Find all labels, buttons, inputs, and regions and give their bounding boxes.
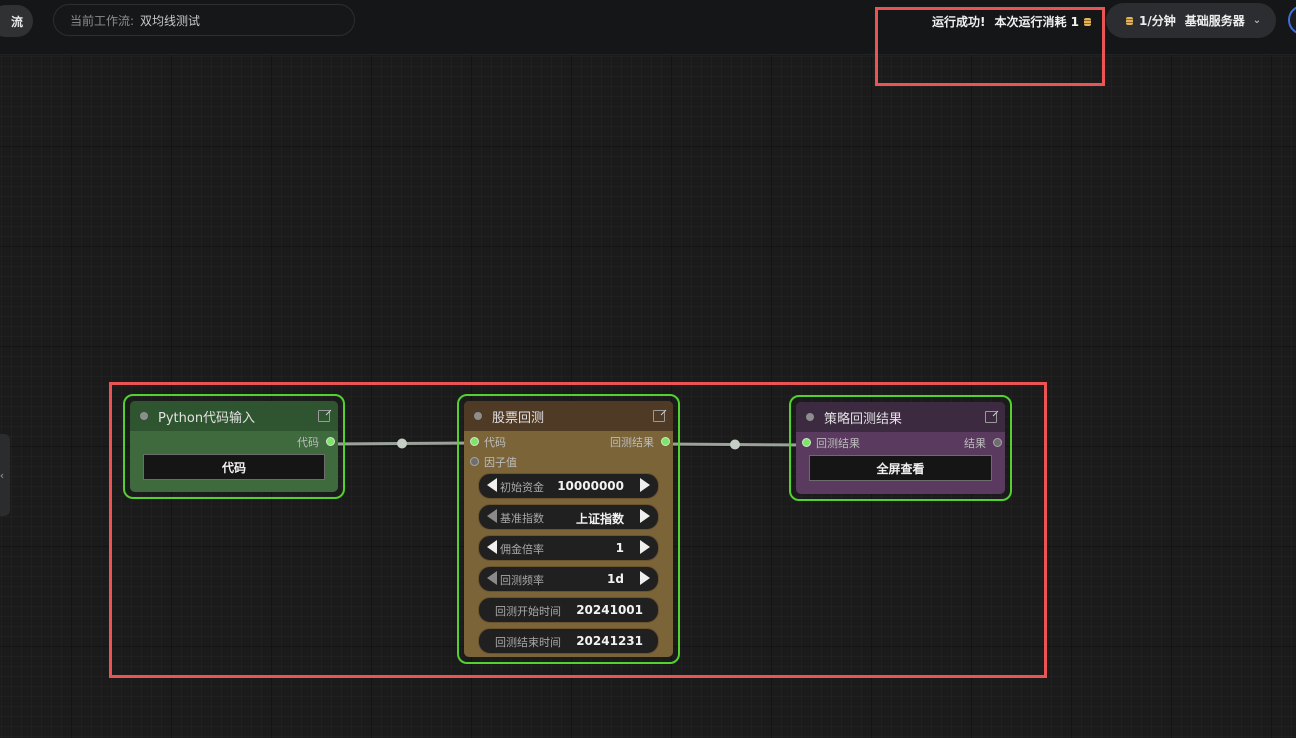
benchmark-index-widget[interactable]: 基准指数 上证指数 — [478, 504, 659, 530]
backtest-result-node[interactable]: 策略回测结果 回测结果 结果 全屏查看 — [789, 395, 1012, 501]
widget-value: 1 — [615, 541, 624, 555]
node-header[interactable]: 策略回测结果 — [796, 402, 1005, 432]
widget-label: 基准指数 — [500, 512, 544, 525]
node-title: 股票回测 — [492, 410, 545, 426]
output-port[interactable] — [993, 438, 1002, 447]
decrement-arrow-icon[interactable] — [487, 478, 497, 492]
output-row: 代码 — [130, 431, 338, 451]
widget-value: 20241231 — [576, 634, 643, 648]
input-row-factor: 因子值 — [464, 451, 673, 471]
backtest-frequency-widget[interactable]: 回测频率 1d — [478, 566, 659, 592]
input-label: 因子值 — [484, 456, 517, 469]
node-status-dot — [140, 412, 148, 420]
commission-rate-widget[interactable]: 佣金倍率 1 — [478, 535, 659, 561]
decrement-arrow-icon[interactable] — [487, 540, 497, 554]
end-date-widget[interactable]: 回测结束时间 20241231 — [478, 628, 659, 654]
start-date-widget[interactable]: 回测开始时间 20241001 — [478, 597, 659, 623]
stock-backtest-node[interactable]: 股票回测 代码 回测结果 因子值 初始资金 10000000 基准指数 上证指数 — [457, 394, 680, 664]
widget-value: 20241001 — [576, 603, 643, 617]
widget-value: 10000000 — [557, 479, 624, 493]
widget-label: 回测频率 — [500, 574, 544, 587]
widget-label: 回测开始时间 — [495, 605, 561, 618]
widget-label: 初始资金 — [500, 481, 544, 494]
python-code-node[interactable]: Python代码输入 代码 代码 — [123, 394, 345, 499]
edit-icon[interactable] — [653, 410, 665, 422]
node-header[interactable]: 股票回测 — [464, 401, 673, 431]
node-title: Python代码输入 — [158, 410, 256, 426]
link-code-midpoint[interactable] — [397, 438, 407, 449]
node-title: 策略回测结果 — [824, 411, 903, 427]
output-label: 回测结果 — [610, 436, 654, 449]
output-port[interactable] — [326, 437, 335, 446]
input-port-code[interactable] — [470, 437, 479, 446]
widget-value: 上证指数 — [575, 512, 624, 526]
output-label: 结果 — [964, 437, 986, 450]
decrement-arrow-icon[interactable] — [487, 571, 497, 585]
output-label: 代码 — [297, 436, 319, 449]
input-port-factor[interactable] — [470, 457, 479, 466]
node-status-dot — [474, 412, 482, 420]
fullscreen-view-button[interactable]: 全屏查看 — [809, 455, 992, 481]
node-header[interactable]: Python代码输入 — [130, 401, 338, 431]
code-button[interactable]: 代码 — [143, 454, 325, 480]
widget-label: 佣金倍率 — [500, 543, 544, 556]
increment-arrow-icon[interactable] — [640, 478, 650, 492]
edit-icon[interactable] — [318, 410, 330, 422]
increment-arrow-icon[interactable] — [640, 509, 650, 523]
input-label: 回测结果 — [816, 437, 860, 450]
edit-icon[interactable] — [985, 411, 997, 423]
increment-arrow-icon[interactable] — [640, 540, 650, 554]
initial-capital-widget[interactable]: 初始资金 10000000 — [478, 473, 659, 499]
input-port[interactable] — [802, 438, 811, 447]
link-result-midpoint[interactable] — [730, 439, 740, 450]
node-status-dot — [806, 413, 814, 421]
io-row: 回测结果 结果 — [796, 432, 1005, 452]
input-label: 代码 — [484, 436, 506, 449]
decrement-arrow-icon[interactable] — [487, 509, 497, 523]
widget-label: 回测结束时间 — [495, 636, 561, 649]
widget-value: 1d — [607, 572, 624, 586]
increment-arrow-icon[interactable] — [640, 571, 650, 585]
input-row-code: 代码 回测结果 — [464, 431, 673, 451]
output-port[interactable] — [661, 437, 670, 446]
